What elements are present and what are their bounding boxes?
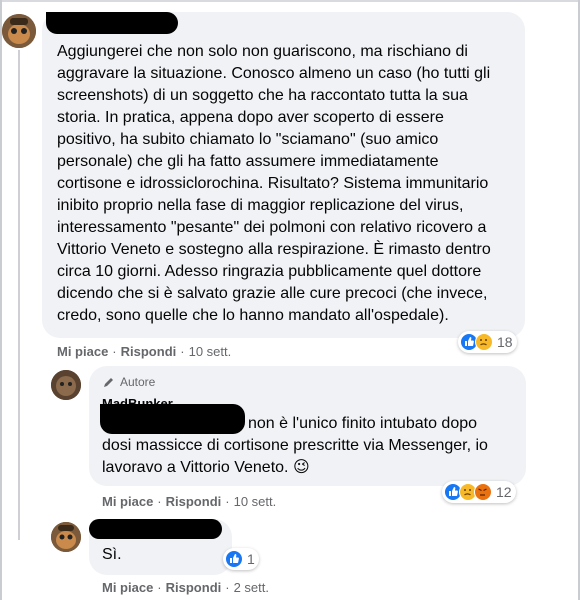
reply-text: non è l'unico finito intubato dopo dosi … [102,413,522,479]
reply-link[interactable]: Rispondi [166,494,222,509]
comment-line: circa 10 giorni. Adesso ringrazia pubbli… [57,263,482,280]
separator: · [225,494,230,509]
comment-line: credo, sono quelle che lo hanno mandato … [57,307,449,324]
avatar[interactable] [2,14,36,48]
reaction-summary[interactable]: 18 [458,331,517,353]
separator: · [157,494,162,509]
window-top-edge [0,0,580,2]
pencil-icon [104,377,113,387]
comment-line: Sì. [102,546,122,563]
comment-line: dosi massicce di cortisone prescritte vi… [102,437,488,454]
separator: · [180,344,185,359]
like-link[interactable]: Mi piace [102,494,153,509]
redacted-author-name [46,12,178,34]
like-reaction-icon [225,550,243,568]
reaction-count: 12 [496,484,512,500]
comment-actions: Mi piace · Rispondi · 10 sett. [102,494,276,509]
comment-line: personale) che gli ha fatto assumere imm… [57,153,439,170]
comment-line: cortisone e idrossiclorochina. Risultato… [57,175,489,192]
reaction-summary[interactable]: 12 [442,481,516,503]
timestamp-link[interactable]: 2 sett. [234,580,269,595]
redacted-author-name [89,519,222,539]
comment-line: dicendo che si è salvato grazie alle cur… [57,285,488,302]
author-badge-label: Autore [120,375,156,389]
reaction-summary[interactable]: 1 [223,548,259,570]
timestamp-link[interactable]: 10 sett. [189,344,232,359]
reaction-count: 18 [497,334,513,350]
angry-reaction-icon [474,483,492,501]
author-badge: Autore [102,375,155,389]
comment-line: non è l'unico finito intubato dopo [248,415,478,432]
separator: · [112,344,117,359]
like-link[interactable]: Mi piace [57,344,108,359]
reaction-count: 1 [247,551,255,567]
sad-reaction-icon [475,333,493,351]
avatar[interactable] [51,370,81,400]
comment-line: Aggiungerei che non solo non guariscono,… [57,43,468,60]
comment-actions: Mi piace · Rispondi · 10 sett. [57,344,231,359]
author-name[interactable]: MadBunker [102,396,173,404]
separator: · [157,580,162,595]
timestamp-link[interactable]: 10 sett. [234,494,277,509]
comment-line: interessamento "pesante" dei polmoni con… [57,219,487,236]
like-link[interactable]: Mi piace [102,580,153,595]
reply-link[interactable]: Rispondi [121,344,177,359]
comment-line: lavoravo a Vittorio Veneto. 😉 [102,459,310,476]
comment-line: screenshots) di un soggetto che ha racco… [57,87,468,104]
comment-line: inibito proprio nella fase di maggior re… [57,197,464,214]
reply-text: Sì. [102,544,222,566]
thread-line [18,50,20,540]
comment-actions: Mi piace · Rispondi · 2 sett. [102,580,269,595]
separator: · [225,580,230,595]
comment-line: positivo, ha subito chiamato lo "sciaman… [57,131,439,148]
comment-line: storia. In pratica, appena dopo aver sco… [57,109,444,126]
comment-line: Vittorio Veneto e sostegno alla respiraz… [57,241,491,258]
comment-text: Aggiungerei che non solo non guariscono,… [57,41,522,327]
reply-link[interactable]: Rispondi [166,580,222,595]
comment-line: aggravare la situazione. Conosco almeno … [57,65,491,82]
avatar[interactable] [51,522,81,552]
author-name-text: MadBunker [102,396,173,404]
window-left-edge [0,0,2,600]
